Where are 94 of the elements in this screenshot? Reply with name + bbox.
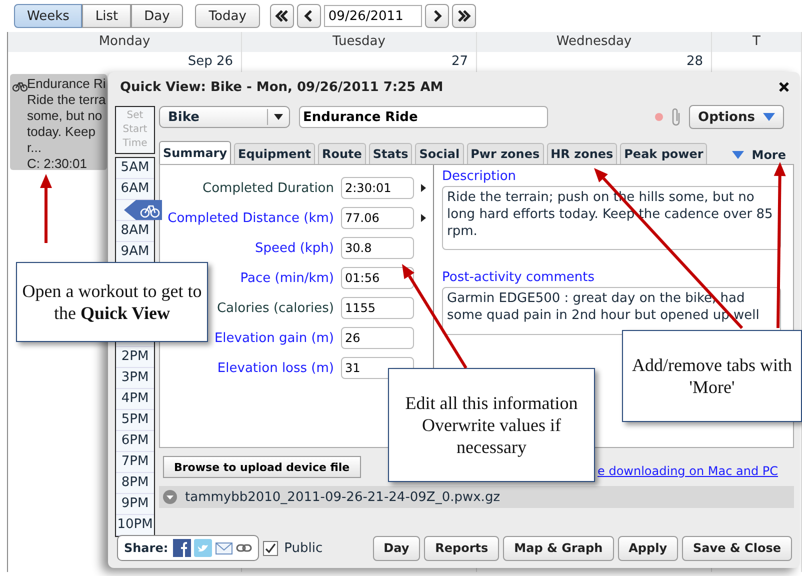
tab[interactable]: Social: [415, 143, 464, 164]
mail-icon: [215, 541, 234, 555]
upload-button[interactable]: Browse to upload device file: [163, 456, 361, 478]
facebook-icon: [173, 539, 192, 557]
tab[interactable]: HR zones: [546, 143, 618, 164]
workout-title-field[interactable]: Endurance Ride: [299, 106, 548, 128]
tab[interactable]: Pwr zones: [466, 143, 544, 164]
file-row[interactable]: tammybb2010_2011-09-26-21-24-09Z_0.pwx.gz: [159, 486, 794, 508]
previous-button[interactable]: [297, 4, 322, 28]
caret-icon: [762, 113, 775, 121]
event-text: Ride the terra: [27, 92, 106, 108]
time-slot: 4PM: [116, 389, 154, 410]
field-link[interactable]: Elevation loss (m): [217, 360, 334, 376]
first-button[interactable]: [270, 4, 294, 28]
action-button[interactable]: Apply: [618, 536, 678, 560]
value-field[interactable]: 26: [341, 327, 414, 349]
field-label: Completed Duration: [202, 180, 334, 196]
expand-arrow-icon: [421, 214, 426, 222]
more-button[interactable]: More: [732, 148, 794, 164]
expand-arrow-icon: [421, 184, 426, 192]
checkmark-icon: [265, 542, 276, 554]
field-link[interactable]: Elevation gain (m): [214, 330, 334, 346]
time-slot: 7PM: [116, 452, 154, 473]
status-dot-icon: [655, 113, 663, 121]
workout-event[interactable]: Endurance Ri Ride the terra some, but no today. Keep r... C: 2:30:01: [10, 74, 107, 170]
day-number: 27: [451, 54, 468, 69]
caret-icon: [732, 151, 744, 159]
pointer-arrow: [40, 174, 52, 243]
tab[interactable]: Route: [318, 143, 366, 164]
day-header: Monday: [8, 32, 242, 52]
field-link[interactable]: Pace (min/km): [240, 270, 334, 286]
file-name: tammybb2010_2011-09-26-21-24-09Z_0.pwx.gz: [185, 490, 500, 504]
last-icon: [457, 9, 472, 23]
help-link[interactable]: e downloading on Mac and PC: [598, 464, 778, 478]
section-label: Post-activity comments: [442, 270, 596, 285]
close-button[interactable]: [778, 81, 790, 93]
next-button[interactable]: [425, 4, 450, 28]
time-slot: 2PM: [116, 347, 154, 368]
section-label: Description: [442, 169, 518, 184]
bike-icon: [12, 80, 28, 92]
callout-text: Edit all this information Overwrite values if necessary: [404, 392, 579, 458]
tab[interactable]: Peak power: [620, 143, 708, 164]
date-field[interactable]: 09/26/2011: [324, 5, 422, 27]
time-slot: 6PM: [116, 431, 154, 452]
tab[interactable]: Stats: [368, 143, 412, 164]
event-text: some, but no: [27, 108, 102, 124]
day-header: T: [712, 32, 802, 52]
close-icon: [778, 81, 790, 93]
day-header: Wednesday: [477, 32, 712, 52]
time-slot: 5PM: [116, 410, 154, 431]
value-field[interactable]: 1155: [341, 297, 414, 319]
callout-text: Add/remove tabs with 'More': [631, 354, 793, 398]
callout-text: Open a workout to get to the Quick View: [21, 280, 203, 324]
action-button[interactable]: Map & Graph: [503, 536, 614, 560]
field-link[interactable]: Speed (kph): [254, 240, 334, 256]
sport-dropdown[interactable]: Bike: [159, 106, 290, 128]
view-tab[interactable]: Weeks: [14, 4, 82, 28]
time-slot: 8AM: [116, 221, 154, 242]
last-button[interactable]: [452, 4, 476, 28]
action-button[interactable]: Save & Close: [682, 536, 792, 560]
public-checkbox[interactable]: [263, 540, 278, 556]
value-field[interactable]: 30.8: [341, 237, 414, 259]
value-field[interactable]: 01:56: [341, 267, 414, 289]
link-icon: [236, 543, 252, 553]
action-button[interactable]: Day: [372, 536, 420, 560]
event-text: today. Keep: [27, 124, 96, 140]
dropdown-arrow-icon: [274, 114, 283, 120]
event-text: C: 2:30:01: [27, 156, 87, 170]
time-slot: 5AM: [116, 158, 154, 179]
event-text: r...: [27, 140, 42, 156]
view-tab[interactable]: List: [82, 4, 132, 28]
options-button[interactable]: Options: [689, 105, 784, 129]
tab[interactable]: Equipment: [234, 143, 315, 164]
day-header: Tuesday: [242, 32, 477, 52]
value-field[interactable]: 2:30:01: [341, 177, 414, 199]
today-button[interactable]: Today: [194, 4, 260, 28]
field-link[interactable]: Completed Distance (km): [168, 210, 334, 226]
action-button[interactable]: Reports: [424, 536, 500, 560]
time-slot: 3PM: [116, 368, 154, 389]
dialog-title: Quick View: Bike - Mon, 09/26/2011 7:25 AM: [120, 80, 444, 94]
value-field[interactable]: 77.06: [341, 207, 414, 229]
bird-icon: [194, 539, 212, 557]
day-number: 28: [686, 54, 703, 69]
time-slot: 9PM: [116, 494, 154, 515]
share-label: Share:: [124, 541, 168, 555]
view-tab[interactable]: Day: [131, 4, 183, 28]
time-slot: 8PM: [116, 473, 154, 494]
day-number: Sep 26: [188, 54, 233, 69]
expand-circle-icon: [163, 490, 177, 504]
first-icon: [275, 9, 290, 23]
public-label: Public: [284, 540, 323, 556]
tab[interactable]: Summary: [159, 141, 232, 164]
event-text: Endurance Ri: [27, 76, 106, 92]
field-label: Calories (calories): [216, 300, 334, 316]
